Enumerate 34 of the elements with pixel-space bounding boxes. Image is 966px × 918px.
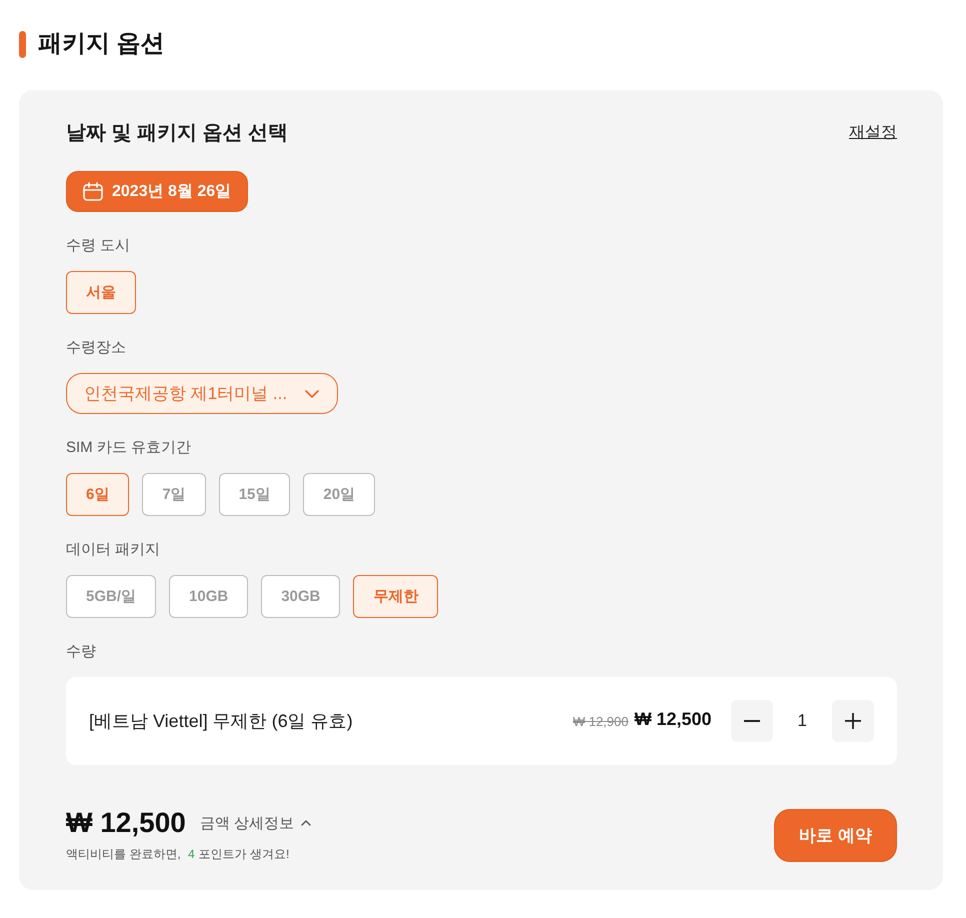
chevron-down-icon (305, 390, 320, 398)
option-chip[interactable]: 무제한 (353, 575, 438, 618)
option-chip[interactable]: 15일 (218, 473, 290, 516)
chevron-up-icon (301, 820, 312, 826)
total-price: ₩ 12,500 (66, 807, 186, 839)
product-name: [베트남 Viettel] 무제한 (6일 유효) (89, 710, 353, 733)
option-chip[interactable]: 5GB/일 (66, 575, 156, 618)
option-chip[interactable]: 서울 (66, 271, 136, 314)
option-chip[interactable]: 30GB (261, 575, 340, 618)
sale-price: ₩ 12,500 (634, 708, 712, 730)
field-label: 수령 도시 (66, 237, 130, 255)
reset-link[interactable]: 재설정 (849, 122, 897, 142)
price-details-toggle[interactable]: 금액 상세정보 (200, 814, 312, 832)
increase-button[interactable] (832, 700, 874, 742)
option-chip[interactable]: 20일 (303, 473, 376, 516)
book-now-button[interactable]: 바로 예약 (774, 808, 897, 862)
option-chip[interactable]: 6일 (66, 473, 130, 516)
section-title: 패키지 옵션 (38, 30, 165, 58)
accent-bar (19, 30, 26, 58)
pickup-location-dropdown[interactable]: 인천국제공항 제1터미널 ... (66, 373, 338, 414)
option-chip[interactable]: 10GB (169, 575, 248, 618)
panel-title: 날짜 및 패키지 옵션 선택 (66, 120, 288, 146)
field-label: 데이터 패키지 (66, 541, 160, 559)
date-button[interactable]: 2023년 8월 26일 (66, 171, 248, 212)
field-label: 수령장소 (66, 339, 126, 357)
option-chip[interactable]: 7일 (142, 473, 206, 516)
plus-icon (845, 713, 861, 729)
points-note: 액티비티를 완료하면, 4 포인트가 생겨요! (66, 846, 290, 863)
field-label: SIM 카드 유효기간 (66, 439, 192, 457)
minus-icon (744, 720, 760, 722)
field-label: 수량 (66, 643, 96, 661)
original-price: ₩ 12,900 (572, 714, 628, 728)
quantity-value: 1 (798, 711, 807, 731)
calendar-icon (83, 182, 103, 201)
